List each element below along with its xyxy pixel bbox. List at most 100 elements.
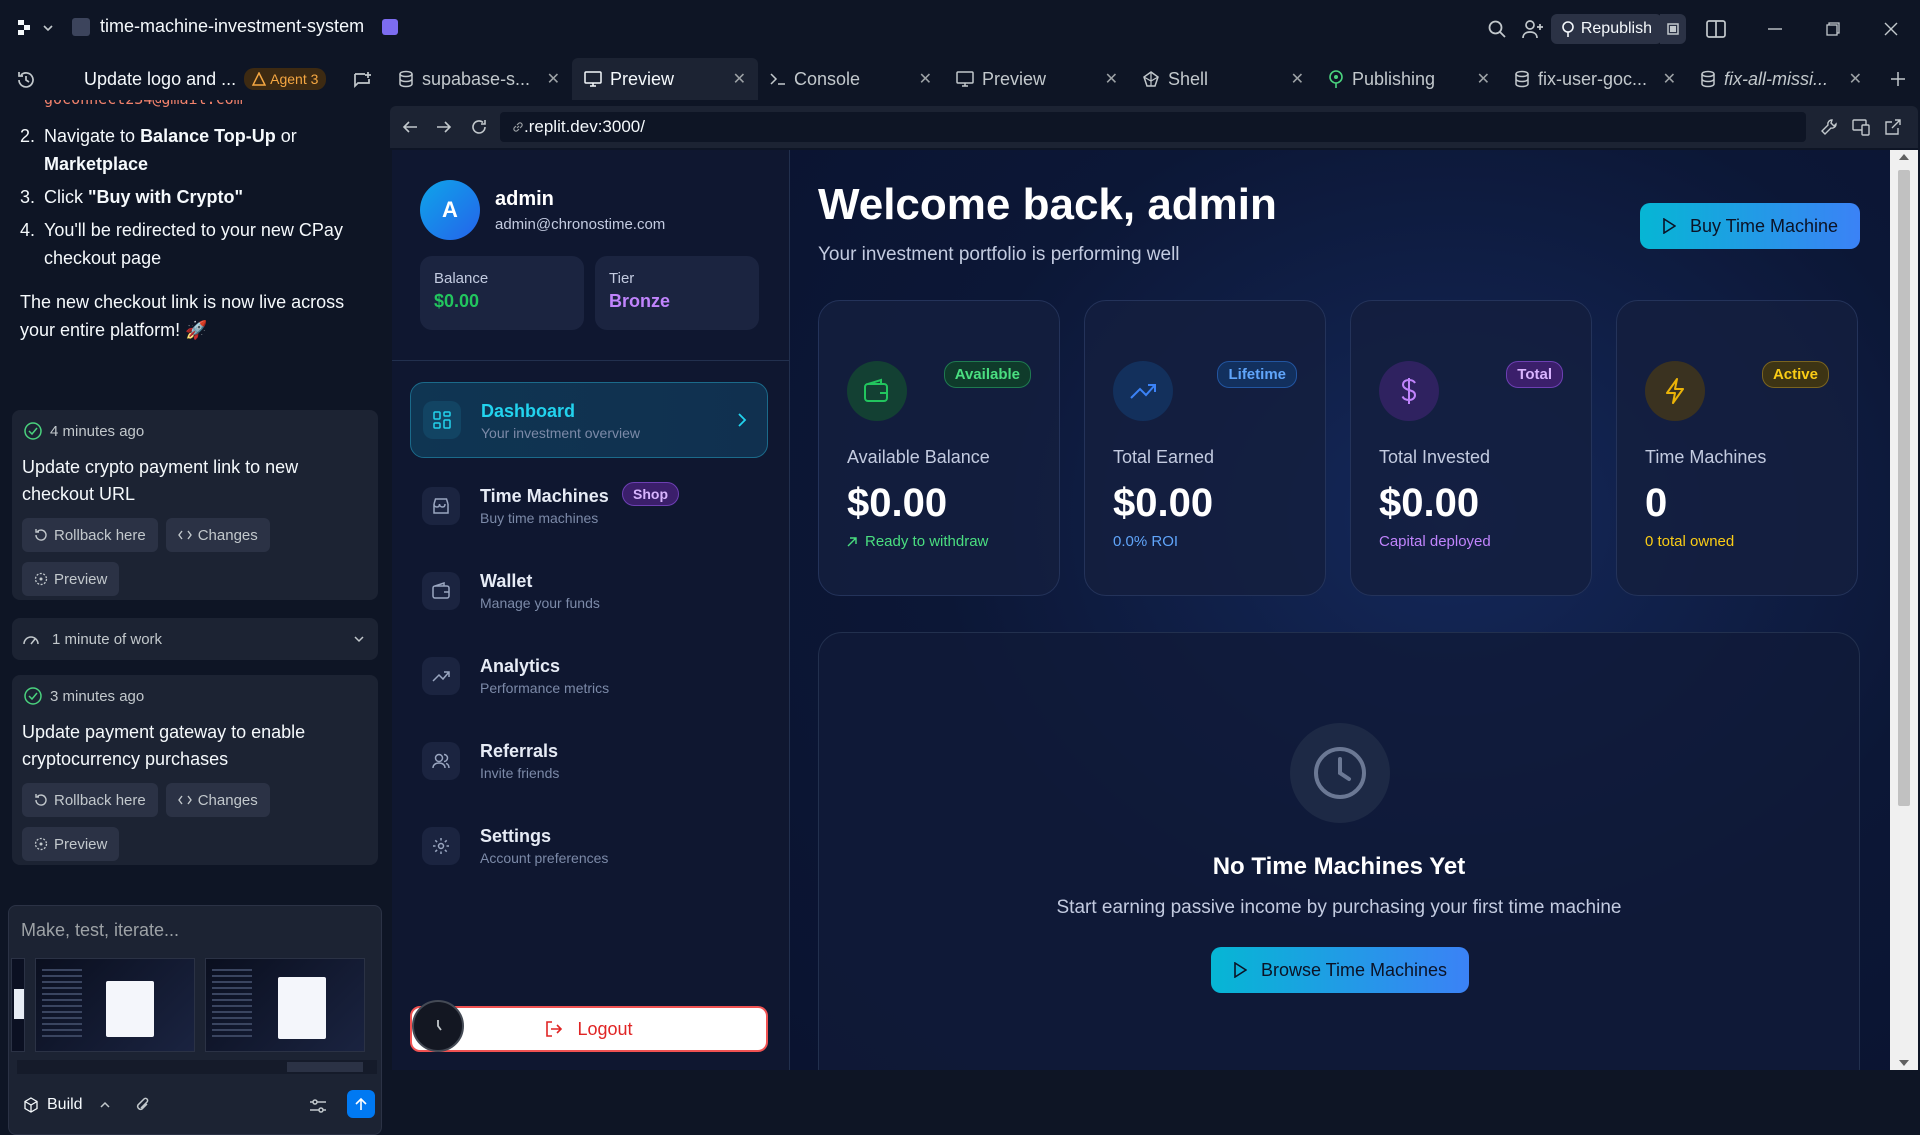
tab-supabase[interactable]: supabase-s... ✕ [386, 58, 572, 100]
browse-time-machines-button[interactable]: Browse Time Machines [1211, 947, 1469, 993]
sidebar-item-referrals[interactable]: Referrals Invite friends [410, 723, 768, 799]
stat-sub: 0.0% ROI [1113, 533, 1179, 550]
sidebar-item-dashboard[interactable]: Dashboard Your investment overview [410, 382, 768, 458]
scrollbar-thumb[interactable] [1898, 170, 1910, 806]
agent-badge-label: Agent 3 [270, 71, 319, 87]
restore-button[interactable] [1804, 0, 1862, 58]
sidebar-item-settings[interactable]: Settings Account preferences [410, 808, 768, 884]
url-text: .replit.dev:3000/ [524, 117, 645, 136]
close-tab-icon[interactable]: ✕ [919, 69, 932, 89]
reload-icon[interactable] [470, 118, 488, 136]
chevron-up-icon [100, 1101, 110, 1108]
new-tab-button[interactable] [1882, 63, 1914, 95]
search-icon[interactable] [1479, 11, 1515, 47]
checkpoint-card: 3 minutes ago Update payment gateway to … [12, 675, 378, 865]
history-icon[interactable] [16, 70, 36, 90]
tab-label: Preview [982, 68, 1047, 89]
buy-button-label: Buy Time Machine [1689, 215, 1839, 236]
close-tab-icon[interactable]: ✕ [1663, 69, 1676, 89]
avatar[interactable]: A [420, 180, 480, 240]
device-toggle-icon[interactable] [1852, 118, 1870, 136]
buy-time-machine-button[interactable]: Buy Time Machine [1640, 203, 1860, 249]
preview-scrollbar[interactable] [1890, 150, 1918, 1070]
open-new-window-icon[interactable] [1884, 118, 1902, 136]
stat-sub-text: Ready to withdraw [865, 533, 989, 550]
stat-label: Time Machines [1645, 447, 1767, 467]
plus-icon [1891, 72, 1905, 86]
tier-value: Bronze [609, 291, 671, 311]
avatar-initial: A [442, 197, 458, 222]
project-status-icon [382, 18, 399, 35]
check-circle-icon [24, 687, 42, 705]
close-tab-icon[interactable]: ✕ [1291, 69, 1304, 89]
invite-user-icon[interactable] [1515, 11, 1551, 47]
send-button[interactable] [347, 1090, 375, 1118]
composer-input[interactable]: Make, test, iterate... [21, 920, 371, 941]
balance-label: Balance [434, 270, 489, 287]
rollback-icon [35, 794, 47, 806]
attachment-thumbnail[interactable] [205, 958, 365, 1052]
url-field[interactable]: .replit.dev:3000/ [500, 112, 1806, 142]
checkpoint-line: checkout URL [22, 484, 136, 504]
sidebar-item-time-machines[interactable]: Time Machines Shop Buy time machines [410, 468, 768, 544]
balance-box: Balance $0.00 [420, 256, 584, 330]
attach-icon[interactable] [135, 1096, 151, 1114]
step-number: 2. [20, 126, 36, 146]
tab-fix-all[interactable]: fix-all-missi... ✕ [1688, 58, 1874, 100]
close-tab-icon[interactable]: ✕ [733, 69, 746, 89]
step-number: 4. [20, 220, 36, 240]
nav-title: Time Machines [480, 486, 609, 506]
tab-console[interactable]: Console ✕ [758, 58, 944, 100]
step-text-line2: checkout page [44, 248, 162, 268]
status-badge: Active [1761, 361, 1829, 388]
close-tab-icon[interactable]: ✕ [547, 69, 560, 89]
work-summary[interactable]: 1 minute of work [12, 618, 378, 660]
deploy-status-icon[interactable] [1660, 14, 1686, 44]
tab-preview-active[interactable]: Preview ✕ [572, 58, 758, 100]
settings-sliders-icon[interactable] [309, 1098, 327, 1114]
preview-button[interactable]: Preview [22, 562, 120, 596]
status-badge: Total [1506, 361, 1563, 388]
rollback-button[interactable]: Rollback here [22, 783, 158, 817]
checkpoint-time: 4 minutes ago [50, 422, 145, 440]
minimize-button[interactable] [1746, 0, 1804, 58]
devtools-icon[interactable] [1820, 118, 1838, 136]
preview-icon [34, 572, 48, 586]
new-chat-icon[interactable] [352, 70, 372, 90]
changes-button[interactable]: Changes [165, 783, 270, 817]
replit-menu[interactable] [18, 20, 54, 36]
tab-publishing[interactable]: Publishing ✕ [1316, 58, 1502, 100]
attachment-scrollbar[interactable] [17, 1060, 377, 1074]
tab-shell[interactable]: Shell ✕ [1130, 58, 1316, 100]
tab-fix-user[interactable]: fix-user-goc... ✕ [1502, 58, 1688, 100]
tab-label: Preview [610, 68, 675, 89]
attachment-thumbnail[interactable] [35, 958, 195, 1052]
nav-subtitle: Account preferences [480, 850, 609, 866]
forward-arrow-icon[interactable] [436, 119, 452, 135]
wallet-icon [422, 572, 460, 610]
republish-button[interactable]: Republish [1550, 14, 1662, 44]
bolt-icon [1645, 361, 1705, 421]
build-mode-button[interactable]: Build [23, 1096, 111, 1114]
back-arrow-icon[interactable] [402, 119, 418, 135]
shop-badge: Shop [622, 482, 679, 506]
close-tab-icon[interactable]: ✕ [1105, 69, 1118, 89]
scroll-down-arrow[interactable] [1899, 1060, 1909, 1066]
close-window-button[interactable] [1862, 0, 1920, 58]
layout-toggle-icon[interactable] [1698, 11, 1734, 47]
cube-icon [24, 1097, 38, 1113]
close-tab-icon[interactable]: ✕ [1849, 69, 1862, 89]
empty-state-title: No Time Machines Yet [1212, 853, 1466, 880]
tab-preview[interactable]: Preview ✕ [944, 58, 1130, 100]
attachment-thumbnail[interactable] [11, 958, 25, 1052]
rollback-button[interactable]: Rollback here [22, 518, 158, 552]
close-tab-icon[interactable]: ✕ [1477, 69, 1490, 89]
step-text-pre: You'll be redirected to your new CPay [44, 220, 343, 240]
project-icon [72, 17, 90, 36]
sidebar-item-wallet[interactable]: Wallet Manage your funds [410, 553, 768, 629]
scroll-up-arrow[interactable] [1899, 154, 1909, 160]
project-title[interactable]: time-machine-investment-system [72, 16, 399, 37]
preview-button[interactable]: Preview [22, 827, 120, 861]
sidebar-item-analytics[interactable]: Analytics Performance metrics [410, 638, 768, 714]
changes-button[interactable]: Changes [165, 518, 270, 552]
